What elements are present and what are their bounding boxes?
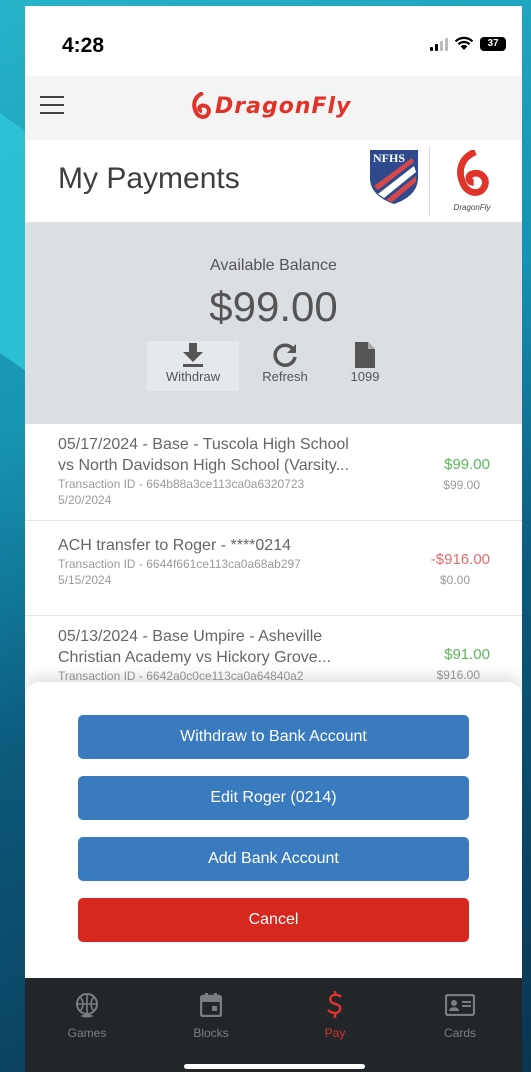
home-indicator bbox=[184, 1064, 365, 1069]
balance-label: Available Balance bbox=[210, 257, 337, 274]
balance-panel: Available Balance $99.00 Withdraw Refres… bbox=[25, 223, 522, 424]
transaction-row[interactable]: 05/17/2024 - Base - Tuscola High School … bbox=[25, 424, 522, 521]
refresh-button[interactable]: Refresh bbox=[239, 341, 331, 391]
app-header: DragonFly bbox=[25, 76, 522, 140]
dragonfly-badge-icon bbox=[457, 148, 489, 196]
transaction-description: ACH transfer to Roger - ****0214 Transac… bbox=[58, 535, 398, 588]
dollar-icon bbox=[295, 990, 375, 1020]
tab-games-label: Games bbox=[67, 1026, 107, 1040]
edit-bank-account-button[interactable]: Edit Roger (0214) bbox=[78, 776, 469, 820]
calendar-icon bbox=[171, 990, 251, 1020]
transaction-description: 05/17/2024 - Base - Tuscola High School … bbox=[58, 434, 398, 508]
tab-cards-label: Cards bbox=[443, 1026, 476, 1040]
dragonfly-logo: DragonFly bbox=[191, 92, 351, 120]
transaction-balance: $916.00 bbox=[436, 668, 480, 682]
title-divider bbox=[429, 146, 430, 216]
download-icon bbox=[147, 341, 239, 369]
tab-games[interactable]: Games bbox=[47, 990, 127, 1040]
transaction-description: 05/13/2024 - Base Umpire - Asheville Chr… bbox=[58, 626, 398, 684]
form-1099-button[interactable]: 1099 bbox=[319, 341, 411, 391]
withdraw-to-bank-button[interactable]: Withdraw to Bank Account bbox=[78, 715, 469, 759]
transaction-line2: vs North Davidson High School (Varsity..… bbox=[58, 457, 350, 474]
tab-pay[interactable]: Pay bbox=[295, 990, 375, 1040]
transaction-list: 05/17/2024 - Base - Tuscola High School … bbox=[25, 424, 522, 711]
hamburger-menu-icon[interactable] bbox=[40, 96, 64, 120]
cancel-button[interactable]: Cancel bbox=[78, 898, 469, 942]
status-icons: 37 bbox=[430, 36, 506, 51]
transaction-date: 5/20/2024 bbox=[58, 493, 112, 507]
refresh-label: Refresh bbox=[262, 369, 308, 384]
tab-bar: Games Blocks Pay Cards bbox=[25, 978, 522, 1072]
nfhs-logo: NFHS bbox=[370, 150, 418, 204]
page-title: My Payments bbox=[58, 162, 240, 195]
add-bank-account-button[interactable]: Add Bank Account bbox=[78, 837, 469, 881]
transaction-balance: $0.00 bbox=[439, 573, 470, 587]
form-1099-label: 1099 bbox=[350, 369, 380, 384]
refresh-icon bbox=[239, 341, 331, 369]
basketball-icon bbox=[47, 990, 127, 1020]
tab-blocks-label: Blocks bbox=[193, 1026, 229, 1040]
transaction-row[interactable]: ACH transfer to Roger - ****0214 Transac… bbox=[25, 521, 522, 616]
balance-amount: $99.00 bbox=[209, 283, 338, 330]
transaction-amount: $91.00 bbox=[444, 646, 490, 663]
transaction-amount: -$916.00 bbox=[430, 551, 490, 568]
nfhs-text: NFHS bbox=[373, 151, 405, 165]
transaction-date: 5/15/2024 bbox=[58, 573, 112, 587]
tab-blocks[interactable]: Blocks bbox=[171, 990, 251, 1040]
balance-actions: Withdraw Refresh 1099 bbox=[25, 341, 522, 397]
transaction-balance: $99.00 bbox=[443, 478, 480, 492]
dragonfly-badge: DragonFly bbox=[437, 148, 507, 214]
status-bar: 4:28 37 bbox=[25, 6, 522, 76]
title-row: My Payments NFHS DragonFly bbox=[25, 140, 522, 223]
badge-text: DragonFly bbox=[453, 203, 491, 212]
signal-icon bbox=[430, 37, 448, 51]
transaction-line1: 05/17/2024 - Base - Tuscola High School bbox=[58, 436, 349, 453]
status-time: 4:28 bbox=[62, 34, 105, 57]
id-card-icon bbox=[420, 990, 500, 1020]
document-icon bbox=[319, 341, 411, 369]
battery-icon: 37 bbox=[480, 36, 506, 51]
tab-pay-label: Pay bbox=[324, 1026, 346, 1040]
phone-screen: 4:28 37 DragonFly My Payments NFHS Drago… bbox=[25, 6, 522, 1072]
transaction-id: Transaction ID - 6644f661ce113ca0a68ab29… bbox=[58, 557, 301, 571]
wifi-icon bbox=[454, 36, 474, 50]
dragonfly-logo-icon bbox=[192, 92, 211, 119]
withdraw-button[interactable]: Withdraw bbox=[147, 341, 239, 391]
withdraw-label: Withdraw bbox=[165, 369, 221, 384]
logo-text: DragonFly bbox=[215, 93, 352, 119]
transaction-line1: 05/13/2024 - Base Umpire - Asheville bbox=[58, 628, 323, 645]
transaction-line2: Christian Academy vs Hickory Grove... bbox=[58, 649, 331, 666]
tab-cards[interactable]: Cards bbox=[420, 990, 500, 1040]
transaction-amount: $99.00 bbox=[444, 456, 490, 473]
transaction-id: Transaction ID - 664b88a3ce113ca0a632072… bbox=[58, 477, 305, 491]
transaction-line1: ACH transfer to Roger - ****0214 bbox=[58, 537, 291, 554]
action-sheet: Withdraw to Bank Account Edit Roger (021… bbox=[25, 682, 522, 980]
